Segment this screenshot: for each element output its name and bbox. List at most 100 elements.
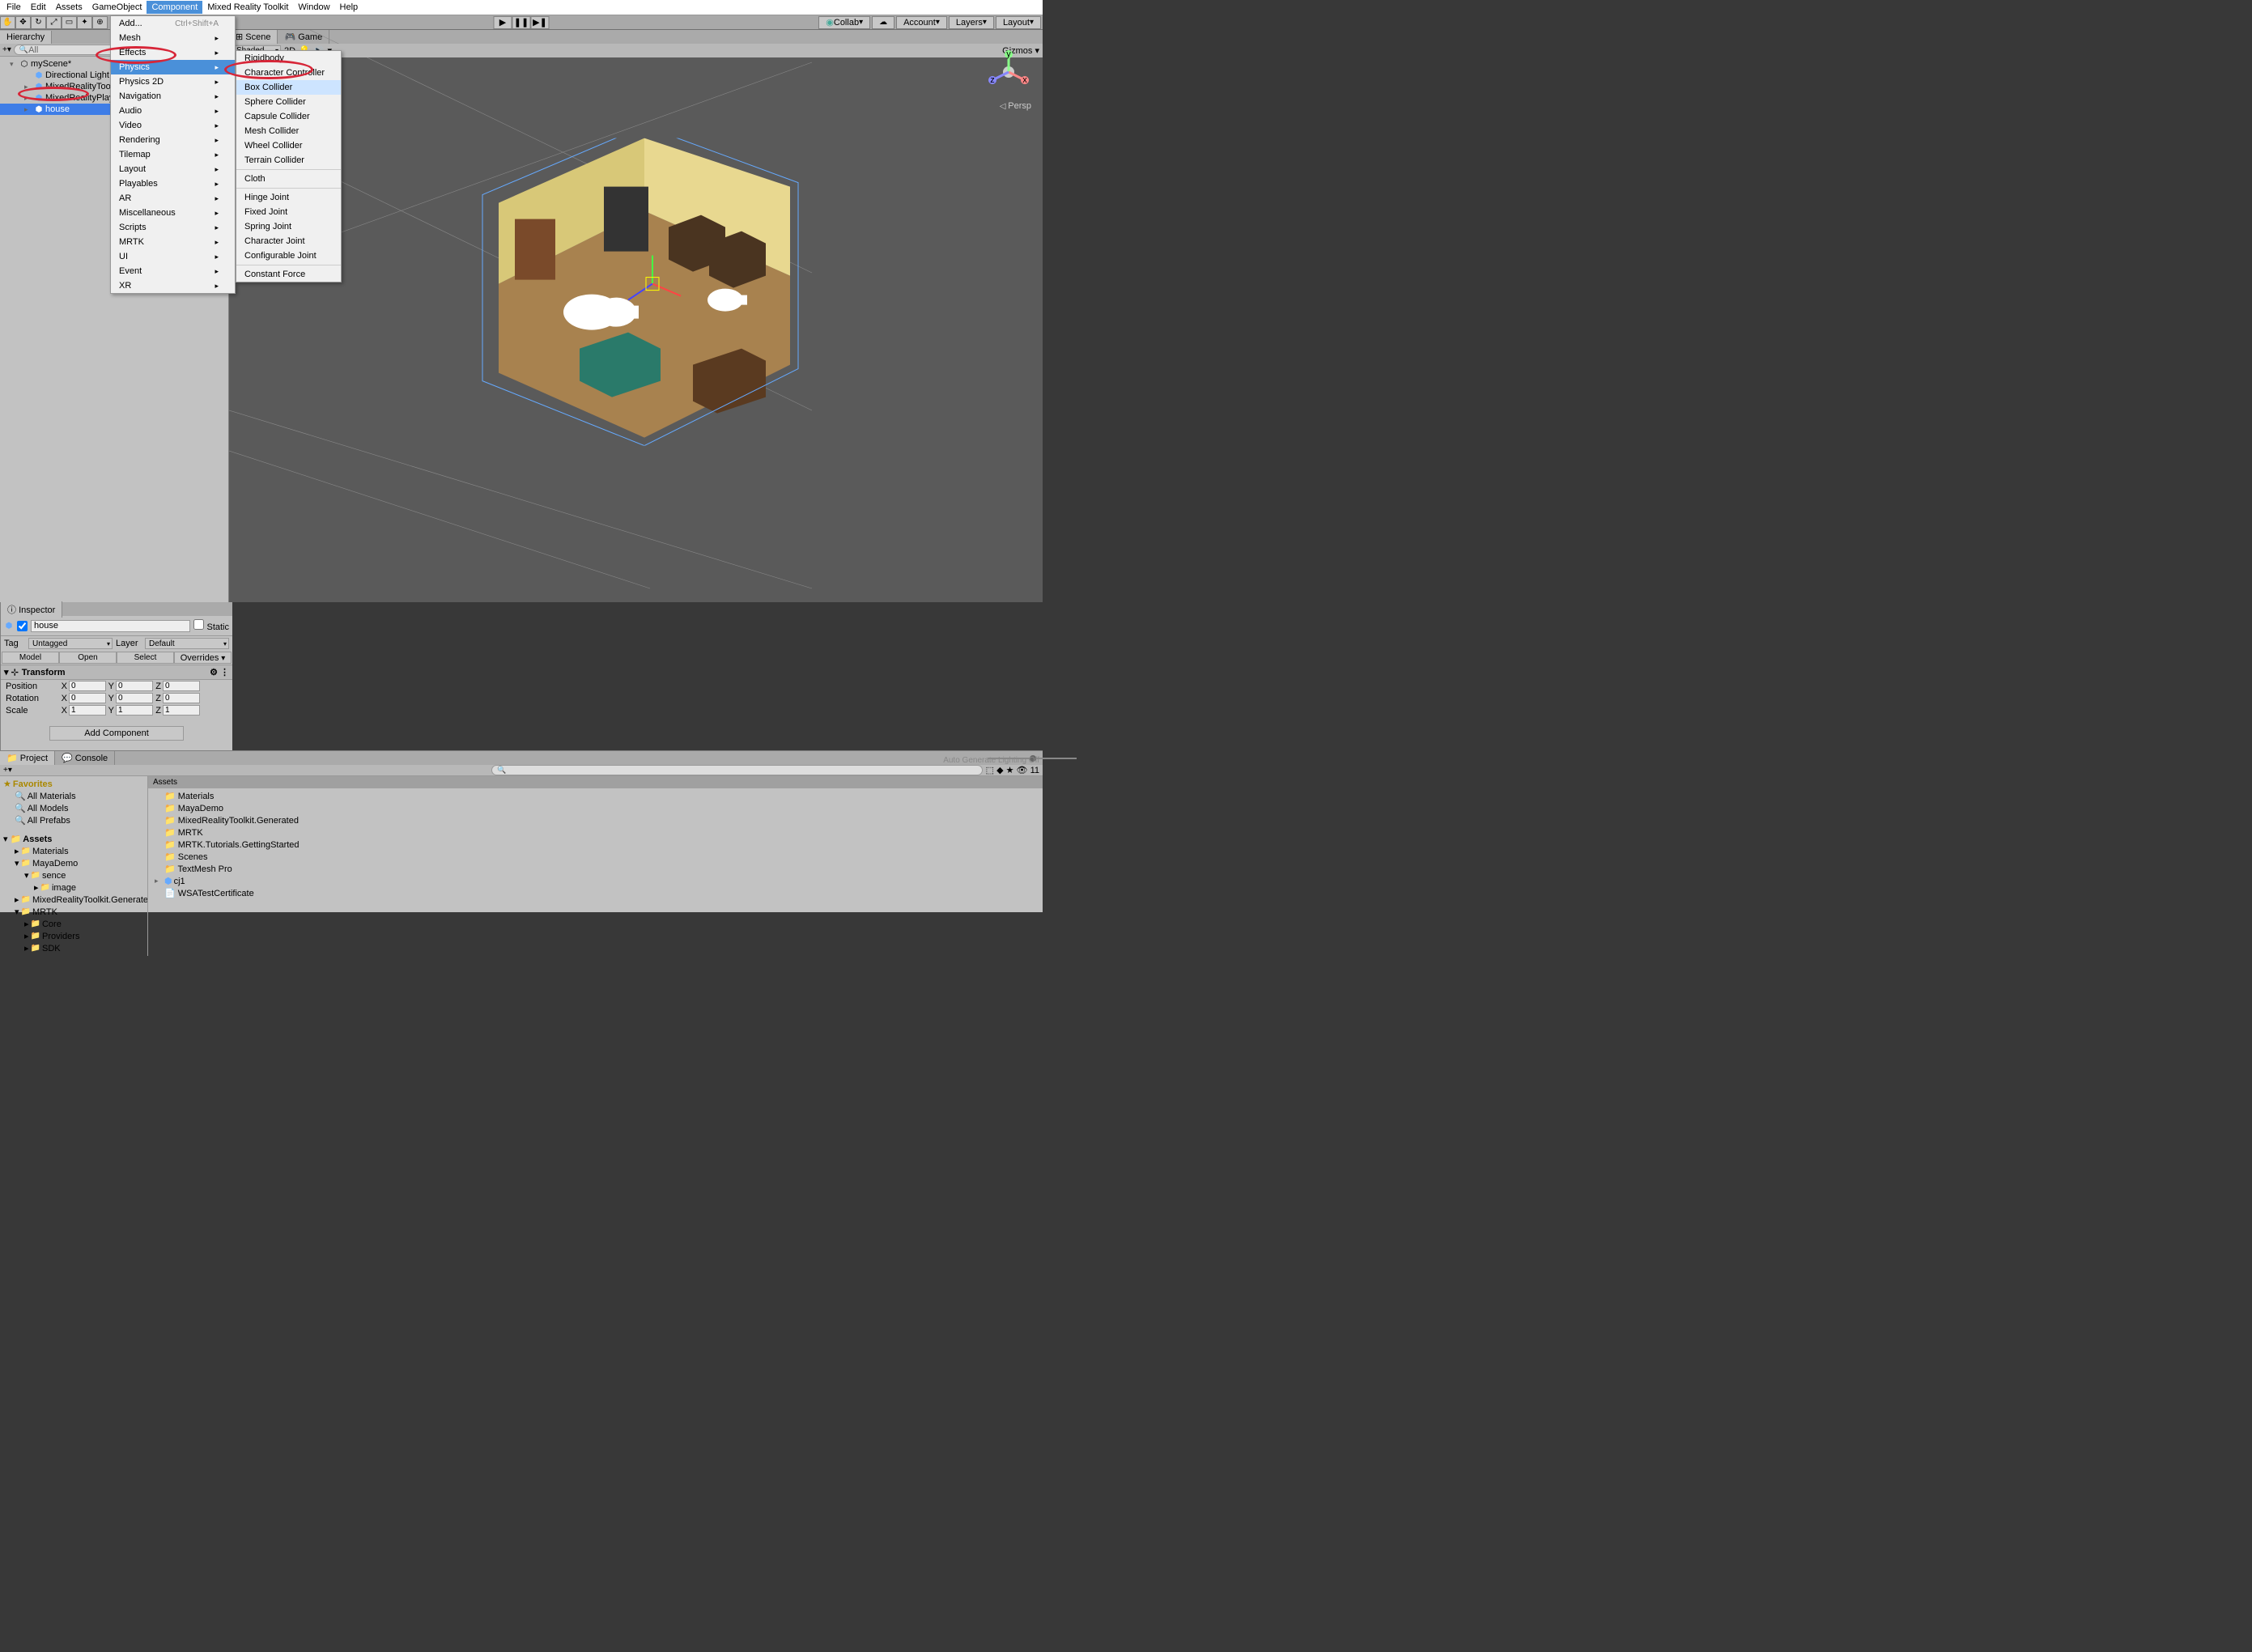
menu-item-mrtk[interactable]: MRTK▸	[111, 235, 235, 249]
layout-button[interactable]: Layout ▾	[996, 16, 1041, 29]
project-folder-providers[interactable]: ▸ 📁 Providers	[0, 930, 147, 942]
scale-x[interactable]	[69, 705, 106, 716]
orientation-gizmo[interactable]: y x z	[986, 49, 1031, 95]
collab-button[interactable]: ◉ Collab ▾	[818, 16, 870, 29]
menu-item-ui[interactable]: UI▸	[111, 249, 235, 264]
submenu-item-cloth[interactable]: Cloth	[236, 172, 341, 186]
menu-edit[interactable]: Edit	[26, 1, 51, 14]
scale-tool[interactable]: ⤢	[46, 16, 62, 29]
project-folder-core[interactable]: ▸ 📁 Core	[0, 918, 147, 930]
menu-window[interactable]: Window	[293, 1, 334, 14]
submenu-item-character-controller[interactable]: Character Controller	[236, 66, 341, 80]
rotation-x[interactable]	[69, 693, 106, 703]
project-folder-image[interactable]: ▸ 📁 image	[0, 881, 147, 894]
asset-mrtk-tutorials-gettingstarted[interactable]: 📁 MRTK.Tutorials.GettingStarted	[148, 839, 1043, 851]
account-button[interactable]: Account ▾	[896, 16, 947, 29]
scale-z[interactable]	[163, 705, 200, 716]
menu-item-layout[interactable]: Layout▸	[111, 162, 235, 176]
position-x[interactable]	[69, 681, 106, 691]
menu-file[interactable]: File	[2, 1, 26, 14]
asset-cj1[interactable]: ▸⬢ cj1	[148, 875, 1043, 887]
favorite-all-models[interactable]: 🔍 All Models	[0, 802, 147, 814]
rect-tool[interactable]: ▭	[62, 16, 77, 29]
scale-y[interactable]	[116, 705, 153, 716]
menu-mixed-reality-toolkit[interactable]: Mixed Reality Toolkit	[202, 1, 293, 14]
menu-item-ar[interactable]: AR▸	[111, 191, 235, 206]
menu-item-scripts[interactable]: Scripts▸	[111, 220, 235, 235]
console-tab[interactable]: 💬 Console	[55, 751, 115, 765]
menu-item-rendering[interactable]: Rendering▸	[111, 133, 235, 147]
gameobject-active-checkbox[interactable]	[17, 621, 28, 631]
position-y[interactable]	[116, 681, 153, 691]
hierarchy-tab[interactable]: Hierarchy	[0, 31, 52, 44]
overrides-button[interactable]: Overrides ▾	[174, 652, 232, 664]
menu-item-playables[interactable]: Playables▸	[111, 176, 235, 191]
transform-header[interactable]: ▾ ⊹ Transform⚙ ⋮	[1, 665, 232, 680]
project-breadcrumb[interactable]: Assets	[148, 776, 1043, 788]
cloud-button[interactable]: ☁	[872, 16, 894, 29]
submenu-item-configurable-joint[interactable]: Configurable Joint	[236, 248, 341, 263]
asset-scenes[interactable]: 📁 Scenes	[148, 851, 1043, 863]
submenu-item-wheel-collider[interactable]: Wheel Collider	[236, 138, 341, 153]
play-button[interactable]: ▶	[494, 16, 512, 29]
project-folder-mrtk[interactable]: ▾ 📁 MRTK	[0, 906, 147, 918]
asset-mrtk[interactable]: 📁 MRTK	[148, 826, 1043, 839]
project-tab[interactable]: 📁 Project	[0, 751, 55, 765]
menu-item-navigation[interactable]: Navigation▸	[111, 89, 235, 104]
submenu-item-capsule-collider[interactable]: Capsule Collider	[236, 109, 341, 124]
menu-item-physics-2d[interactable]: Physics 2D▸	[111, 74, 235, 89]
project-folder-mixedrealitytoolkit-generated[interactable]: ▸ 📁 MixedRealityToolkit.Generated	[0, 894, 147, 906]
favorite-all-materials[interactable]: 🔍 All Materials	[0, 790, 147, 802]
submenu-item-sphere-collider[interactable]: Sphere Collider	[236, 95, 341, 109]
gameobject-name-field[interactable]	[31, 620, 190, 632]
menu-item-xr[interactable]: XR▸	[111, 278, 235, 293]
submenu-item-character-joint[interactable]: Character Joint	[236, 234, 341, 248]
submenu-item-terrain-collider[interactable]: Terrain Collider	[236, 153, 341, 168]
menu-item-miscellaneous[interactable]: Miscellaneous▸	[111, 206, 235, 220]
submenu-item-mesh-collider[interactable]: Mesh Collider	[236, 124, 341, 138]
move-tool[interactable]: ✥	[15, 16, 31, 29]
rotate-tool[interactable]: ↻	[31, 16, 46, 29]
asset-textmesh-pro[interactable]: 📁 TextMesh Pro	[148, 863, 1043, 875]
transform-tool[interactable]: ✦	[77, 16, 92, 29]
favorites-header[interactable]: ★ Favorites	[0, 778, 147, 790]
rotation-z[interactable]	[163, 693, 200, 703]
assets-root[interactable]: ▾ 📁 Assets	[0, 833, 147, 845]
asset-materials[interactable]: 📁 Materials	[148, 790, 1043, 802]
position-z[interactable]	[163, 681, 200, 691]
submenu-item-hinge-joint[interactable]: Hinge Joint	[236, 190, 341, 205]
menu-component[interactable]: Component	[147, 1, 202, 14]
project-search[interactable]: 🔍	[491, 765, 982, 775]
asset-wsatestcertificate[interactable]: 📄 WSATestCertificate	[148, 887, 1043, 899]
step-button[interactable]: ▶❚	[531, 16, 550, 29]
model-button[interactable]: Model	[2, 652, 59, 664]
hand-tool[interactable]: ✋	[0, 16, 15, 29]
menu-item-video[interactable]: Video▸	[111, 118, 235, 133]
submenu-item-fixed-joint[interactable]: Fixed Joint	[236, 205, 341, 219]
project-folder-sence[interactable]: ▾ 📁 sence	[0, 869, 147, 881]
open-button[interactable]: Open	[59, 652, 117, 664]
favorite-all-prefabs[interactable]: 🔍 All Prefabs	[0, 814, 147, 826]
menu-item-tilemap[interactable]: Tilemap▸	[111, 147, 235, 162]
project-folder-mayademo[interactable]: ▾ 📁 MayaDemo	[0, 857, 147, 869]
filter-buttons[interactable]: ⬚ ◆ ★ 👁 11	[986, 765, 1039, 775]
submenu-item-spring-joint[interactable]: Spring Joint	[236, 219, 341, 234]
menu-item-mesh[interactable]: Mesh▸	[111, 31, 235, 45]
submenu-item-box-collider[interactable]: Box Collider	[236, 80, 341, 95]
menu-item-add---[interactable]: Add...Ctrl+Shift+A	[111, 16, 235, 31]
menu-gameobject[interactable]: GameObject	[87, 1, 147, 14]
select-button[interactable]: Select	[117, 652, 174, 664]
asset-mixedrealitytoolkit-generated[interactable]: 📁 MixedRealityToolkit.Generated	[148, 814, 1043, 826]
submenu-item-constant-force[interactable]: Constant Force	[236, 267, 341, 282]
project-folder-sdk[interactable]: ▸ 📁 SDK	[0, 942, 147, 954]
layers-button[interactable]: Layers ▾	[949, 16, 994, 29]
custom-tool[interactable]: ⊕	[92, 16, 108, 29]
add-component-button[interactable]: Add Component	[49, 726, 184, 741]
menu-item-event[interactable]: Event▸	[111, 264, 235, 278]
project-folder-materials[interactable]: ▸ 📁 Materials	[0, 845, 147, 857]
menu-item-physics[interactable]: Physics▸	[111, 60, 235, 74]
menu-help[interactable]: Help	[335, 1, 363, 14]
layer-dropdown[interactable]: Default	[145, 638, 229, 649]
rotation-y[interactable]	[116, 693, 153, 703]
menu-assets[interactable]: Assets	[51, 1, 87, 14]
